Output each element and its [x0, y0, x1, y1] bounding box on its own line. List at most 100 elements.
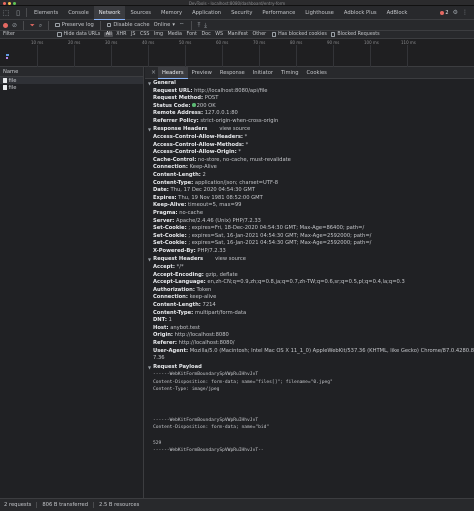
general-section: ▼ General Request URL: http://localhost:8…	[145, 80, 474, 125]
filter-type-xhr[interactable]: XHR	[115, 32, 128, 37]
tab-sources[interactable]: Sources	[125, 6, 156, 20]
checkbox-box[interactable]	[271, 32, 277, 37]
filter-type-other[interactable]: Other	[251, 32, 268, 37]
import-har-icon[interactable]: ⤒	[198, 20, 201, 31]
tab-adblock[interactable]: AdBlock	[382, 6, 413, 20]
filter-type-doc[interactable]: Doc	[200, 32, 212, 37]
filter-type-css[interactable]: CSS	[138, 32, 150, 37]
triangle-down-icon: ▼	[148, 127, 152, 133]
request-headers-header[interactable]: ▼ Request Headers view source	[145, 256, 474, 264]
tab-elements[interactable]: Elements	[29, 6, 63, 20]
network-conditions-icon[interactable]: ⌔	[179, 20, 185, 31]
header-value: no-store, no-cache, must-revalidate	[197, 156, 291, 163]
header-value: POST	[204, 95, 219, 102]
header-row: Request Method: POST	[145, 95, 474, 103]
detail-tab-timing[interactable]: Timing	[277, 67, 303, 79]
filter-bar: Filter Hide data URLs All XHR JS CSS Img Medi…	[0, 31, 474, 39]
detail-tab-preview[interactable]: Preview	[188, 67, 216, 79]
filter-type-img[interactable]: Img	[152, 32, 164, 37]
clear-icon[interactable]: ⊘	[12, 20, 17, 31]
header-value: 127.0.0.1:80	[204, 110, 238, 117]
header-row: Status Code: 200 OK	[145, 103, 474, 111]
divider	[23, 20, 25, 30]
detail-tab-cookies[interactable]: Cookies	[303, 67, 331, 79]
header-value: 7214	[202, 301, 216, 308]
tab-adblock-plus[interactable]: Adblock Plus	[339, 6, 382, 20]
timeline-gridline	[296, 45, 297, 67]
header-value: Thu, 17 Dec 2020 04:54:30 GMT	[170, 187, 255, 194]
detail-tab-initiator[interactable]: Initiator	[249, 67, 277, 79]
header-value: multipart/form-data	[194, 309, 247, 316]
header-value: no-cache	[179, 209, 204, 216]
divider	[48, 20, 50, 30]
section-title: Request Headers	[153, 256, 204, 263]
filter-input[interactable]: Filter	[3, 32, 53, 38]
filter-type-all[interactable]: All	[104, 32, 114, 37]
tab-application[interactable]: Application	[187, 6, 226, 20]
checkbox-box[interactable]	[330, 32, 336, 37]
disable-cache-checkbox[interactable]: Disable cache	[106, 22, 150, 28]
close-icon[interactable]: ×	[151, 69, 156, 76]
divider	[93, 502, 95, 508]
blocked-cookies-checkbox[interactable]: Has blocked cookies	[271, 32, 327, 37]
tab-memory[interactable]: Memory	[156, 6, 187, 20]
timeline-gridline	[37, 45, 38, 67]
timeline-gridline	[259, 45, 260, 67]
tab-lighthouse[interactable]: Lighthouse	[300, 6, 339, 20]
timeline-overview[interactable]: 10 ms 20 ms 30 ms 40 ms 50 ms 60 ms 70 ms 80 ms…	[0, 39, 474, 67]
filter-type-js[interactable]: JS	[130, 32, 137, 37]
detail-tab-headers[interactable]: Headers	[158, 67, 188, 79]
tab-console[interactable]: Console	[63, 6, 94, 20]
export-har-icon[interactable]: ⤓	[204, 20, 207, 31]
preserve-log-label: Preserve log	[61, 22, 94, 28]
header-name: Content-Length:	[153, 301, 201, 308]
header-row: Cache-Control: no-store, no-cache, must-…	[145, 157, 474, 165]
header-value: Mozilla/5.0 (Macintosh; Intel Mac OS X 1…	[189, 347, 474, 354]
checkbox-box[interactable]	[57, 32, 62, 37]
filter-type-ws[interactable]: WS	[214, 32, 225, 37]
header-name: Accept-Encoding:	[153, 271, 204, 278]
header-value: Apache/2.4.46 (Unix) PHP/7.2.33	[176, 217, 261, 224]
more-options-icon[interactable]: ⋮	[462, 9, 468, 16]
request-payload-header[interactable]: ▼ Request Payload	[145, 364, 474, 372]
filter-type-font[interactable]: Font	[185, 32, 198, 37]
record-icon[interactable]	[3, 22, 8, 28]
tab-performance[interactable]: Performance	[257, 6, 300, 20]
response-headers-header[interactable]: ▼ Response Headers view source	[145, 126, 474, 134]
header-name: Content-Type:	[153, 309, 194, 316]
error-count: 2	[445, 9, 449, 16]
header-row: Pragma: no-cache	[145, 210, 474, 218]
throttling-select[interactable]: Online ▾	[154, 22, 175, 28]
header-value: *	[244, 133, 248, 140]
tab-security[interactable]: Security	[226, 6, 257, 20]
settings-gear-icon[interactable]: ⚙	[453, 9, 458, 16]
device-toolbar-icon[interactable]: ▯	[12, 6, 24, 20]
detail-tab-response[interactable]: Response	[216, 67, 249, 79]
error-badge[interactable]: 2	[439, 9, 449, 16]
payload-line: ------WebKitFormBoundarySpVWpRuIHhvJvT--	[153, 448, 264, 454]
request-row[interactable]: file	[0, 84, 143, 91]
preserve-log-checkbox[interactable]: Preserve log	[55, 22, 94, 28]
request-count: 2 requests	[4, 502, 32, 508]
request-payload-section: ▼ Request Payload ------WebKitFormBoundar…	[145, 364, 474, 455]
inspect-element-icon[interactable]: ⬚	[0, 6, 12, 20]
blocked-requests-checkbox[interactable]: Blocked Requests	[330, 32, 380, 37]
header-row: Date: Thu, 17 Dec 2020 04:54:30 GMT	[145, 187, 474, 195]
hide-data-urls-checkbox[interactable]: Hide data URLs	[57, 32, 100, 37]
timeline-gridline	[111, 45, 112, 67]
header-name: Server:	[153, 217, 175, 224]
checkbox-box[interactable]	[106, 22, 112, 28]
filter-icon[interactable]: ⏷	[30, 20, 35, 31]
filter-type-manifest[interactable]: Manifest	[226, 32, 249, 37]
view-source-link[interactable]: view source	[215, 256, 246, 264]
detail-tabs: × Headers Preview Response Initiator Timing C…	[145, 67, 474, 79]
name-column-header[interactable]: Name	[0, 67, 143, 77]
general-section-header[interactable]: ▼ General	[145, 80, 474, 88]
checkbox-box[interactable]	[55, 22, 60, 28]
request-row[interactable]: file	[0, 77, 143, 84]
tab-network[interactable]: Network	[93, 5, 126, 20]
payload-line: ------WebKitFormBoundarySpVWpRuIHhvJvT	[153, 417, 259, 423]
view-source-link[interactable]: view source	[219, 126, 250, 134]
filter-type-media[interactable]: Media	[166, 32, 183, 37]
search-icon[interactable]: ⌕	[39, 20, 42, 31]
